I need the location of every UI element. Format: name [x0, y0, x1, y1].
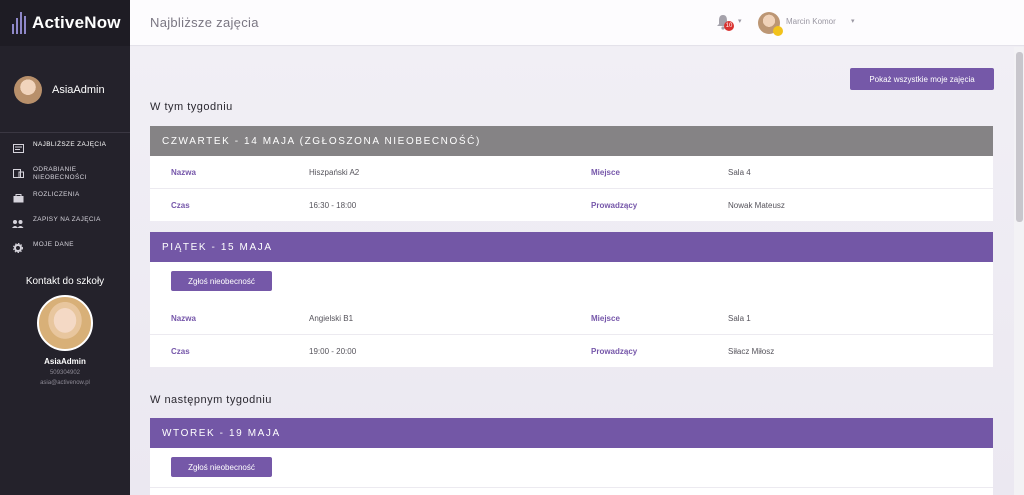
avatar — [14, 76, 42, 104]
teacher-label: Prowadzący — [591, 201, 638, 210]
place-value: Sala 4 — [728, 168, 751, 177]
notification-badge: 10 — [724, 21, 734, 31]
time-label: Czas — [171, 201, 190, 210]
name-label: Nazwa — [171, 314, 196, 323]
name-value: Angielski B1 — [309, 314, 354, 323]
page-title: Najbliższe zajęcia — [150, 15, 259, 30]
sidebar-item-label: NAJBLIŻSZE ZAJĘCIA — [33, 141, 107, 148]
teacher-value: Siłacz Miłosz — [728, 347, 775, 356]
section-title-this-week: W tym tygodniu — [150, 101, 233, 113]
place-value: Sala 1 — [728, 314, 751, 323]
logo-bars-icon — [12, 12, 26, 34]
class-card: PIĄTEK - 15 MAJA Zgłoś nieobecność Nazwa… — [150, 232, 993, 367]
class-row: Nazwa Hiszpański A2 Miejsce Sala 4 — [150, 156, 993, 189]
class-card-header: WTOREK - 19 MAJA — [150, 418, 993, 448]
class-row: Czas 19:00 - 20:00 Prowadzący Siłacz Mił… — [150, 335, 993, 368]
teacher-value: Nowak Mateusz — [728, 201, 785, 210]
chevron-down-icon[interactable]: ▾ — [738, 17, 742, 25]
award-icon — [773, 26, 783, 36]
logo[interactable]: ActiveNow — [0, 0, 130, 46]
time-label: Czas — [171, 347, 190, 356]
topbar: Najbliższe zajęcia — [130, 0, 1024, 46]
clipboard-icon — [12, 168, 24, 178]
name-label: Nazwa — [171, 168, 196, 177]
user-menu-name[interactable]: Marcin Komor — [786, 17, 836, 26]
section-title-next-week: W następnym tygodniu — [150, 394, 272, 406]
sidebar-user-name: AsiaAdmin — [52, 84, 105, 96]
sidebar-item-rozliczenia[interactable]: ROZLICZENIA — [0, 191, 130, 216]
contact-avatar — [37, 295, 93, 351]
divider — [150, 487, 993, 488]
teacher-label: Prowadzący — [591, 347, 638, 356]
school-contact: Kontakt do szkoły AsiaAdmin 509304902 as… — [0, 276, 130, 386]
class-card: WTOREK - 19 MAJA Zgłoś nieobecność — [150, 418, 993, 495]
place-label: Miejsce — [591, 314, 620, 323]
divider — [0, 132, 130, 133]
place-label: Miejsce — [591, 168, 620, 177]
contact-phone[interactable]: 509304902 — [0, 370, 130, 376]
sidebar-item-label: MOJE DANE — [33, 241, 74, 248]
sidebar-item-najblizsze-zajecia[interactable]: NAJBLIŻSZE ZAJĘCIA — [0, 141, 130, 166]
sidebar-item-zapisy-na-zajecia[interactable]: ZAPISY NA ZAJĘCIA — [0, 216, 130, 241]
sidebar-item-label: ODRABIANIE NIEOBECNOŚCI — [33, 166, 87, 181]
users-icon — [12, 218, 24, 228]
sidebar-item-odrabianie-nieobecnosci[interactable]: ODRABIANIE NIEOBECNOŚCI — [0, 166, 130, 191]
sidebar-nav: NAJBLIŻSZE ZAJĘCIA ODRABIANIE NIEOBECNOŚ… — [0, 141, 130, 266]
class-row: Nazwa Angielski B1 Miejsce Sala 1 — [150, 302, 993, 335]
sidebar: ActiveNow AsiaAdmin NAJBLIŻSZE ZAJĘCIA O… — [0, 0, 130, 495]
time-value: 19:00 - 20:00 — [309, 347, 357, 356]
sidebar-item-label: ROZLICZENIA — [33, 191, 80, 198]
report-absence-button[interactable]: Zgłoś nieobecność — [171, 271, 272, 291]
name-value: Hiszpański A2 — [309, 168, 360, 177]
contact-email[interactable]: asia@activenow.pl — [0, 380, 130, 386]
class-card: CZWARTEK - 14 MAJA (ZGŁOSZONA NIEOBECNOŚ… — [150, 126, 993, 221]
sidebar-item-label: ZAPISY NA ZAJĘCIA — [33, 216, 101, 223]
class-card-header: PIĄTEK - 15 MAJA — [150, 232, 993, 262]
time-value: 16:30 - 18:00 — [309, 201, 357, 210]
sidebar-item-moje-dane[interactable]: MOJE DANE — [0, 241, 130, 266]
class-row: Czas 16:30 - 18:00 Prowadzący Nowak Mate… — [150, 189, 993, 222]
wallet-icon — [12, 193, 24, 203]
show-all-classes-button[interactable]: Pokaż wszystkie moje zajęcia — [850, 68, 994, 90]
gear-icon — [12, 243, 24, 253]
class-card-header: CZWARTEK - 14 MAJA (ZGŁOSZONA NIEOBECNOŚ… — [150, 126, 993, 156]
contact-name: AsiaAdmin — [44, 357, 86, 366]
scrollbar-thumb[interactable] — [1016, 52, 1023, 222]
chevron-down-icon[interactable]: ▾ — [851, 17, 855, 25]
calendar-icon — [12, 143, 24, 153]
report-absence-button[interactable]: Zgłoś nieobecność — [171, 457, 272, 477]
sidebar-user[interactable]: AsiaAdmin — [0, 46, 130, 120]
contact-title: Kontakt do szkoły — [25, 276, 105, 287]
logo-text: ActiveNow — [32, 13, 121, 32]
